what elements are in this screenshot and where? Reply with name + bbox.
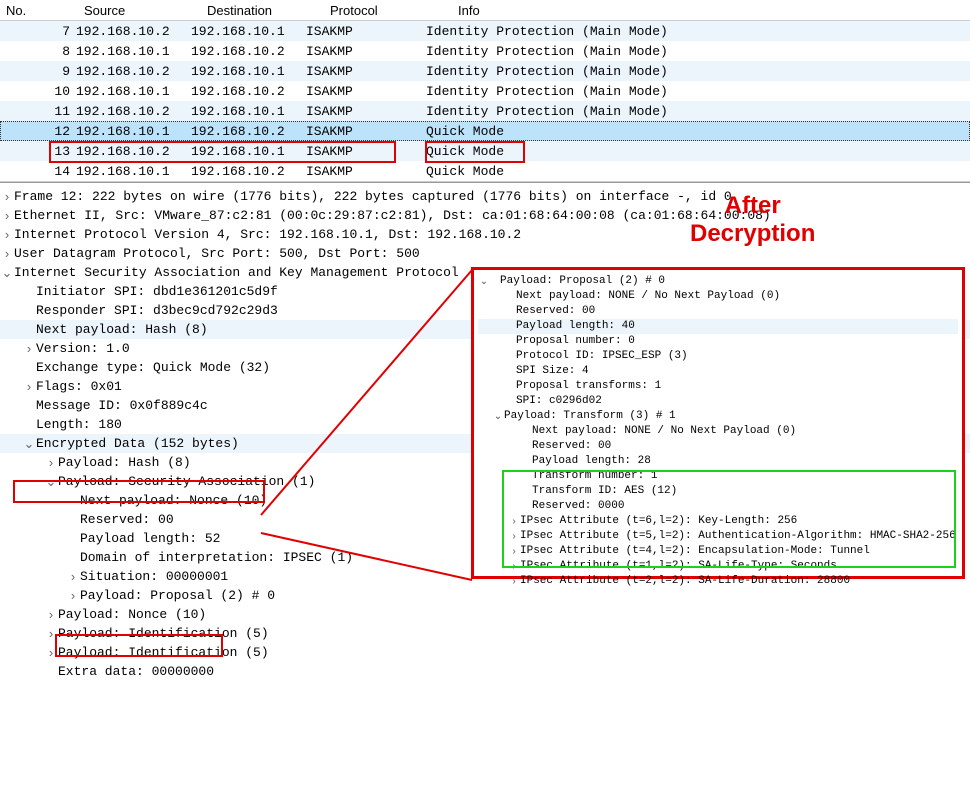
chevron-down-icon[interactable]: ⌄	[44, 474, 58, 490]
chevron-right-icon[interactable]: ›	[0, 227, 14, 242]
detail-payload-nonce[interactable]: Payload: Nonce (10)	[58, 607, 206, 622]
chevron-down-icon: ⌄	[478, 274, 490, 289]
table-row[interactable]: 11 192.168.10.2 192.168.10.1 ISAKMP Iden…	[0, 101, 970, 121]
detail-isakmp[interactable]: Internet Security Association and Key Ma…	[14, 265, 459, 280]
detail-version[interactable]: Version: 1.0	[36, 341, 130, 356]
detail-message-id[interactable]: Message ID: 0x0f889c4c	[36, 398, 208, 413]
detail-exchange-type[interactable]: Exchange type: Quick Mode (32)	[36, 360, 270, 375]
detail-flags[interactable]: Flags: 0x01	[36, 379, 122, 394]
detail-encrypted-data[interactable]: Encrypted Data (152 bytes)	[36, 436, 239, 451]
chevron-right-icon: ›	[508, 544, 520, 559]
detail-payload-id1[interactable]: Payload: Identification (5)	[58, 626, 269, 641]
callout-line: Next payload: NONE / No Next Payload (0)	[516, 289, 780, 304]
chevron-right-icon: ›	[508, 529, 520, 544]
table-row-selected[interactable]: 12 192.168.10.1 192.168.10.2 ISAKMP Quic…	[0, 121, 970, 141]
detail-payload-id2[interactable]: Payload: Identification (5)	[58, 645, 269, 660]
table-row[interactable]: 7 192.168.10.2 192.168.10.1 ISAKMP Ident…	[0, 21, 970, 41]
callout-line: Payload length: 40	[516, 319, 635, 334]
callout-line: Reserved: 00	[516, 304, 595, 319]
chevron-down-icon[interactable]: ⌄	[0, 265, 14, 281]
col-header-destination[interactable]: Destination	[203, 1, 326, 20]
chevron-right-icon[interactable]: ›	[44, 455, 58, 470]
detail-udp[interactable]: User Datagram Protocol, Src Port: 500, D…	[14, 246, 420, 261]
chevron-right-icon: ›	[508, 514, 520, 529]
detail-situation[interactable]: Situation: 00000001	[80, 569, 228, 584]
decryption-callout: ⌄ Payload: Proposal (2) # 0 Next payload:…	[471, 267, 965, 579]
detail-reserved[interactable]: Reserved: 00	[80, 512, 174, 527]
callout-line: SPI: c0296d02	[516, 394, 602, 409]
cell-proto: ISAKMP	[306, 24, 426, 39]
detail-length[interactable]: Length: 180	[36, 417, 122, 432]
cell-src: 192.168.10.2	[76, 24, 191, 39]
table-row[interactable]: 8 192.168.10.1 192.168.10.2 ISAKMP Ident…	[0, 41, 970, 61]
detail-payload-sa[interactable]: Payload: Security Association (1)	[58, 474, 315, 489]
chevron-down-icon[interactable]: ⌄	[22, 436, 36, 452]
callout-line: Proposal number: 0	[516, 334, 635, 349]
callout-line: IPsec Attribute (t=4,l=2): Encapsulation…	[520, 544, 870, 559]
chevron-right-icon[interactable]: ›	[0, 208, 14, 223]
packet-list[interactable]: No. Source Destination Protocol Info 7 1…	[0, 0, 970, 182]
chevron-right-icon[interactable]: ›	[22, 379, 36, 394]
callout-line: SPI Size: 4	[516, 364, 589, 379]
callout-line: Transform ID: AES (12)	[532, 484, 677, 499]
callout-line: IPsec Attribute (t=2,l=2): SA-Life-Durat…	[520, 574, 850, 589]
chevron-right-icon[interactable]: ›	[44, 645, 58, 660]
table-row[interactable]: 13 192.168.10.2 192.168.10.1 ISAKMP Quic…	[0, 141, 970, 161]
detail-extra-data[interactable]: Extra data: 00000000	[58, 664, 214, 679]
detail-responder-spi[interactable]: Responder SPI: d3bec9cd792c29d3	[36, 303, 278, 318]
callout-line: Payload: Transform (3) # 1	[504, 409, 676, 424]
col-header-no[interactable]: No.	[0, 1, 80, 20]
table-row[interactable]: 10 192.168.10.1 192.168.10.2 ISAKMP Iden…	[0, 81, 970, 101]
detail-initiator-spi[interactable]: Initiator SPI: dbd1e361201c5d9f	[36, 284, 278, 299]
col-header-info[interactable]: Info	[454, 1, 970, 20]
callout-line: Payload: Proposal (2) # 0	[500, 274, 665, 289]
chevron-right-icon[interactable]: ›	[44, 607, 58, 622]
table-row[interactable]: 14 192.168.10.1 192.168.10.2 ISAKMP Quic…	[0, 161, 970, 181]
callout-line: Proposal transforms: 1	[516, 379, 661, 394]
chevron-right-icon[interactable]: ›	[22, 341, 36, 356]
callout-line: Next payload: NONE / No Next Payload (0)	[532, 424, 796, 439]
chevron-right-icon: ›	[508, 559, 520, 574]
chevron-down-icon: ⌄	[492, 409, 504, 424]
detail-payload-hash[interactable]: Payload: Hash (8)	[58, 455, 191, 470]
packet-list-header[interactable]: No. Source Destination Protocol Info	[0, 0, 970, 21]
chevron-right-icon[interactable]: ›	[66, 569, 80, 584]
callout-line: Protocol ID: IPSEC_ESP (3)	[516, 349, 688, 364]
detail-payload-proposal[interactable]: Payload: Proposal (2) # 0	[80, 588, 275, 603]
callout-line: IPsec Attribute (t=5,l=2): Authenticatio…	[520, 529, 956, 544]
detail-payload-length[interactable]: Payload length: 52	[80, 531, 220, 546]
callout-line: IPsec Attribute (t=1,l=2): SA-Life-Type:…	[520, 559, 837, 574]
cell-dst: 192.168.10.1	[191, 24, 306, 39]
detail-next-payload-nonce[interactable]: Next payload: Nonce (10)	[80, 493, 267, 508]
callout-line: Reserved: 00	[532, 439, 611, 454]
detail-next-payload[interactable]: Next payload: Hash (8)	[36, 322, 208, 337]
detail-frame[interactable]: Frame 12: 222 bytes on wire (1776 bits),…	[14, 189, 732, 204]
chevron-right-icon: ›	[508, 574, 520, 589]
callout-line: IPsec Attribute (t=6,l=2): Key-Length: 2…	[520, 514, 797, 529]
cell-no: 7	[0, 24, 76, 39]
chevron-right-icon[interactable]: ›	[0, 246, 14, 261]
detail-ethernet[interactable]: Ethernet II, Src: VMware_87:c2:81 (00:0c…	[14, 208, 771, 223]
chevron-right-icon[interactable]: ›	[44, 626, 58, 641]
chevron-right-icon[interactable]: ›	[0, 189, 14, 204]
col-header-protocol[interactable]: Protocol	[326, 1, 454, 20]
col-header-source[interactable]: Source	[80, 1, 203, 20]
cell-info: Identity Protection (Main Mode)	[426, 24, 970, 39]
chevron-right-icon[interactable]: ›	[66, 588, 80, 603]
callout-line: Transform number: 1	[532, 469, 657, 484]
callout-line: Payload length: 28	[532, 454, 651, 469]
table-row[interactable]: 9 192.168.10.2 192.168.10.1 ISAKMP Ident…	[0, 61, 970, 81]
callout-line: Reserved: 0000	[532, 499, 624, 514]
detail-doi[interactable]: Domain of interpretation: IPSEC (1)	[80, 550, 353, 565]
detail-ip[interactable]: Internet Protocol Version 4, Src: 192.16…	[14, 227, 521, 242]
